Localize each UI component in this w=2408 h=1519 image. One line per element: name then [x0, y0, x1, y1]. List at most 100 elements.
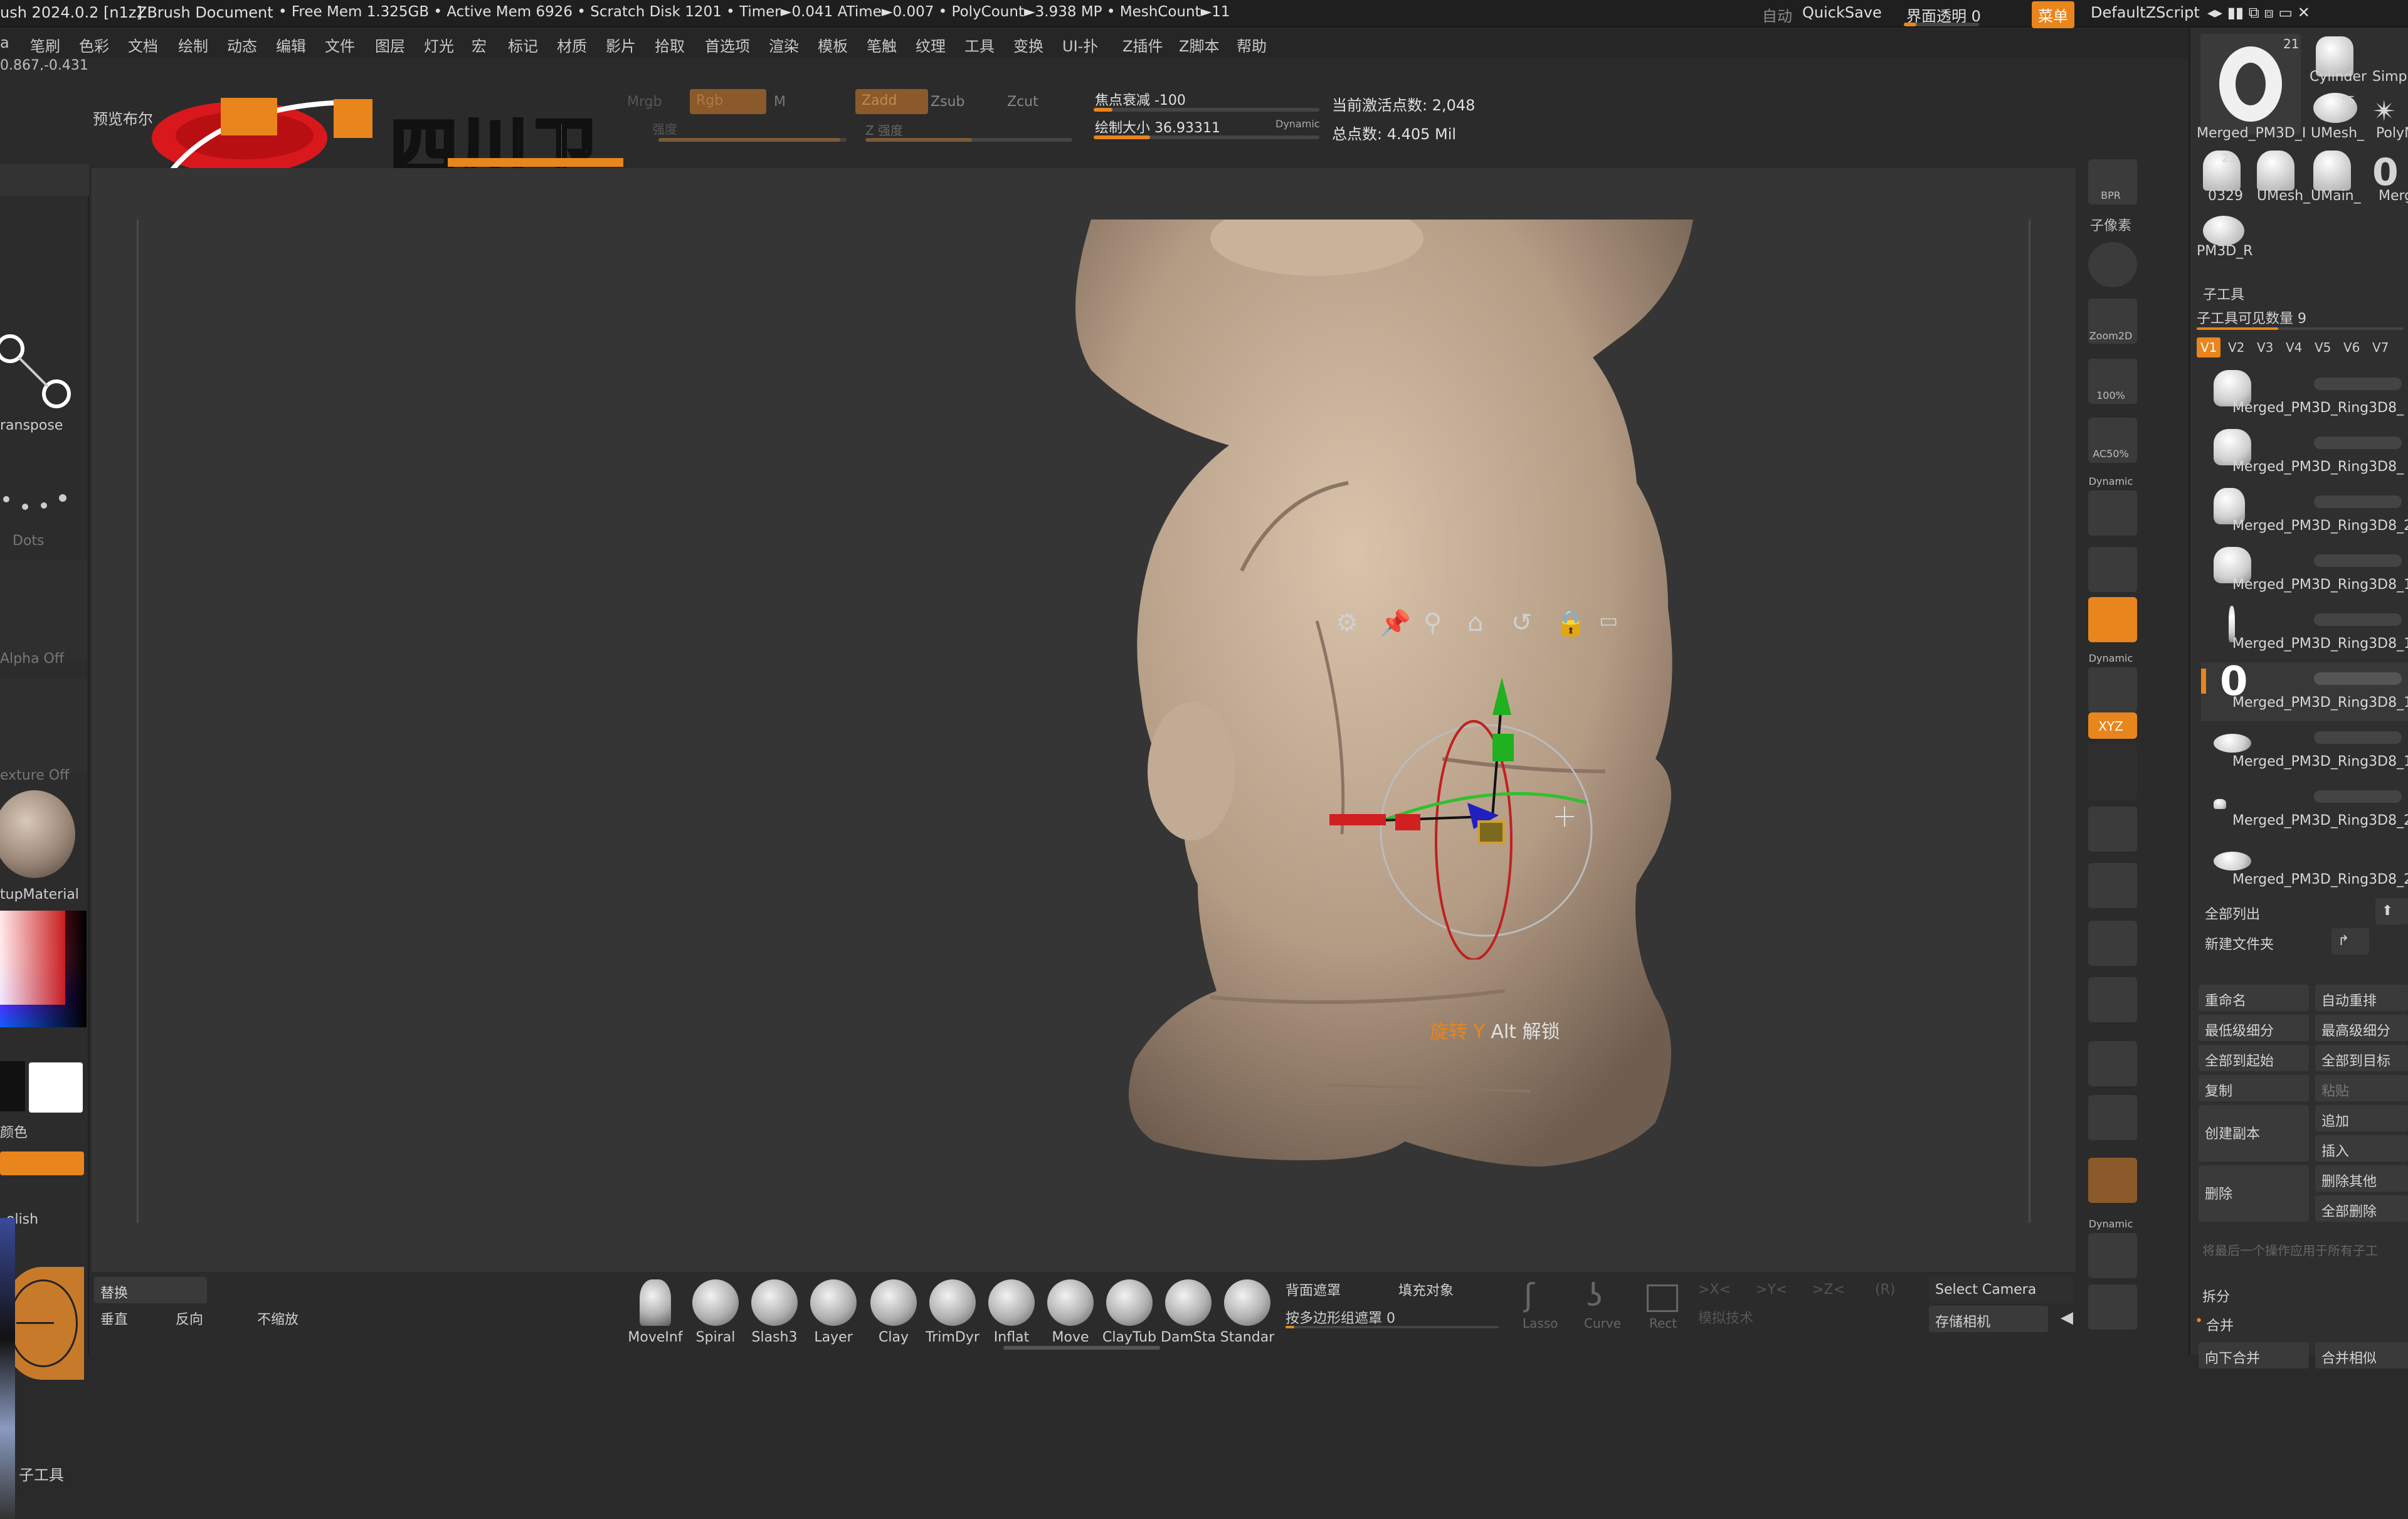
polymesh-star-icon[interactable]: ✴: [2372, 94, 2397, 128]
preview-boolean-button[interactable]: 预览布尔: [93, 107, 153, 129]
local-symmetry-button[interactable]: [2088, 597, 2137, 642]
menu-item-movie[interactable]: 影片: [606, 34, 636, 56]
brush-standard[interactable]: Standar: [1219, 1279, 1275, 1345]
pm3d-thumb[interactable]: [2203, 216, 2244, 246]
menu-item-file[interactable]: 文件: [325, 34, 355, 56]
material-sphere[interactable]: [0, 790, 75, 878]
zadd-button[interactable]: Zadd: [855, 89, 928, 114]
version-tab-v5[interactable]: V5: [2315, 340, 2331, 355]
collapse-arrow-icon[interactable]: ◀: [2061, 1308, 2073, 1327]
subtool-item[interactable]: Merged_PM3D_Ring3D8_: [2201, 426, 2408, 485]
brush-moveinf[interactable]: MoveInf: [627, 1279, 684, 1345]
menu-button[interactable]: 菜单: [2032, 1, 2074, 28]
menu-item-zscript[interactable]: Z脚本: [1179, 34, 1219, 56]
rgb-button[interactable]: Rgb: [690, 89, 766, 114]
menu-item-draw[interactable]: 绘制: [178, 34, 208, 56]
brush-inflat[interactable]: Inflat: [983, 1279, 1040, 1345]
version-tab-v4[interactable]: V4: [2286, 340, 2302, 355]
brush-clay[interactable]: Clay: [865, 1279, 922, 1345]
location-icon[interactable]: ⚲: [1423, 608, 1442, 637]
draw-size-track[interactable]: [1094, 135, 1319, 139]
rgb-intensity-slider[interactable]: [658, 138, 847, 142]
insert-button[interactable]: 插入: [2315, 1135, 2408, 1162]
move-button[interactable]: [2088, 863, 2137, 908]
color-square[interactable]: [0, 911, 65, 1005]
scale-button[interactable]: [2088, 921, 2137, 966]
delete-button[interactable]: 删除: [2199, 1165, 2309, 1222]
menu-item-render[interactable]: 渲染: [769, 34, 799, 56]
pin-icon[interactable]: 📌: [1380, 608, 1411, 638]
focal-shift-track[interactable]: [1094, 108, 1319, 112]
arrow-up-button[interactable]: ⬆: [2375, 898, 2408, 924]
polyframe-button[interactable]: [2088, 1041, 2137, 1086]
no-scale-toggle[interactable]: 不缩放: [257, 1308, 298, 1328]
menu-item-document[interactable]: 文档: [128, 34, 158, 56]
home-icon[interactable]: ⌂: [1467, 608, 1483, 637]
floor-button[interactable]: [2088, 547, 2137, 592]
perspective-button[interactable]: [2088, 490, 2137, 536]
menu-item-tool[interactable]: 工具: [964, 34, 995, 56]
focal-shift-slider[interactable]: 焦点衰减 -100: [1095, 89, 1186, 109]
menu-item-picker[interactable]: 拾取: [655, 34, 685, 56]
subtool-item[interactable]: Merged_PM3D_Ring3D8_1: [2201, 721, 2408, 780]
zcut-button[interactable]: Zcut: [1007, 94, 1038, 110]
menu-item-stroke[interactable]: 笔触: [867, 34, 897, 56]
menu-item-light[interactable]: 灯光: [424, 34, 454, 56]
brush-damstandard[interactable]: DamSta: [1160, 1279, 1217, 1345]
brush-spiral[interactable]: Spiral: [687, 1279, 744, 1345]
replace-button[interactable]: 替换: [94, 1277, 207, 1303]
append-button[interactable]: 追加: [2315, 1105, 2408, 1131]
delete-others-button[interactable]: 删除其他: [2315, 1165, 2408, 1192]
lasso-icon[interactable]: ʃ: [1524, 1277, 1534, 1313]
visible-count-track[interactable]: [2197, 327, 2404, 330]
mirror-y-toggle[interactable]: >Y<: [1756, 1282, 1787, 1298]
subtool-title[interactable]: 子工具: [2203, 283, 2244, 304]
lock-icon[interactable]: 🔒: [1555, 608, 1587, 638]
color-picker[interactable]: [0, 911, 87, 1027]
quicksave-button[interactable]: QuickSave: [1802, 4, 1882, 21]
menu-item-help[interactable]: 帮助: [1237, 34, 1267, 56]
subtool-item[interactable]: Merged_PM3D_Ring3D8_2: [2201, 780, 2408, 839]
lowest-subdiv-button[interactable]: 最低级细分: [2199, 1015, 2309, 1041]
menu-item-macro[interactable]: 宏: [472, 34, 487, 56]
menu-item-ui[interactable]: UI-扑: [1062, 34, 1098, 56]
version-tab-v7[interactable]: V7: [2372, 340, 2389, 355]
toggle-icon[interactable]: ▭: [1599, 608, 1618, 632]
version-tab-v1[interactable]: V1: [2197, 337, 2221, 357]
subtool-item[interactable]: Merged_PM3D_Ring3D8_1: [2201, 544, 2408, 603]
mirror-x-toggle[interactable]: >X<: [1698, 1282, 1731, 1298]
new-folder-button[interactable]: 新建文件夹: [2199, 928, 2298, 955]
menu-item-dynamics[interactable]: 动态: [227, 34, 257, 56]
dots-stroke-icon[interactable]: [0, 484, 82, 522]
gradient-toggle[interactable]: [0, 1151, 84, 1175]
brush-claytubes[interactable]: ClayTub: [1101, 1279, 1158, 1345]
gear-icon[interactable]: ⚙: [1336, 608, 1358, 637]
menu-item-stencil[interactable]: 模板: [818, 34, 848, 56]
umesh2-thumb[interactable]: [2257, 151, 2294, 191]
curve-icon[interactable]: ʖ: [1587, 1277, 1603, 1313]
visible-count-slider[interactable]: 子工具可见数量 9: [2197, 307, 2306, 327]
left-slot[interactable]: [0, 164, 89, 196]
list-all-button[interactable]: 全部列出: [2199, 898, 2298, 924]
brush-trimdyn[interactable]: TrimDyr: [924, 1279, 981, 1345]
paste-button[interactable]: 粘贴: [2315, 1075, 2408, 1101]
umain-thumb[interactable]: [2313, 151, 2351, 191]
center-button[interactable]: [2088, 807, 2137, 852]
z-intensity-slider[interactable]: [865, 138, 1072, 142]
merge-similar-button[interactable]: 合并相似: [2315, 1342, 2408, 1368]
reset-rotation-icon[interactable]: ↺: [1511, 608, 1533, 637]
create-copy-button[interactable]: 创建副本: [2199, 1105, 2309, 1162]
split-section[interactable]: 拆分: [2202, 1286, 2230, 1306]
save-camera-button[interactable]: 存储相机: [1929, 1306, 2048, 1332]
all-to-target-button[interactable]: 全部到目标: [2315, 1045, 2408, 1071]
menu-item-preferences[interactable]: 首选项: [705, 34, 750, 56]
secondary-color-swatch[interactable]: [0, 1061, 25, 1111]
subtool-item[interactable]: Merged_PM3D_Ring3D8_2: [2201, 839, 2408, 898]
draw-size-slider[interactable]: 绘制大小 36.93311: [1095, 117, 1220, 137]
brush-move[interactable]: Move: [1042, 1279, 1099, 1345]
ghost-button[interactable]: [2088, 1158, 2137, 1203]
subtool-shortcut-label[interactable]: 子工具: [19, 1463, 64, 1485]
symmetry-button[interactable]: [2088, 667, 2137, 712]
transpose-icon[interactable]: [0, 321, 82, 415]
menu-item-color[interactable]: 色彩: [79, 34, 109, 56]
